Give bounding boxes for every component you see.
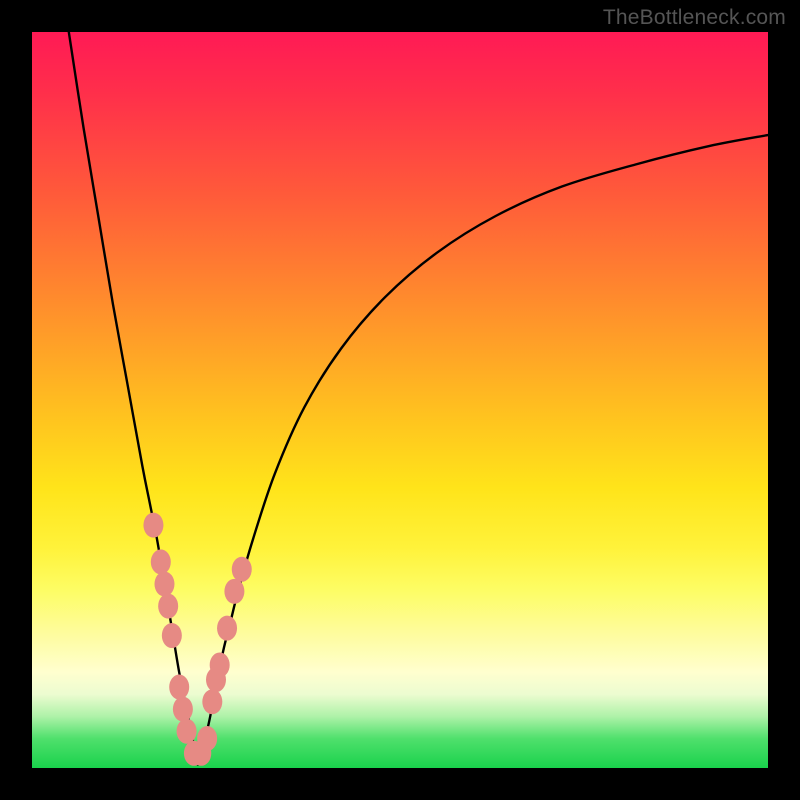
- data-marker: [197, 726, 217, 751]
- data-marker: [217, 616, 237, 641]
- data-marker: [154, 572, 174, 597]
- data-marker: [173, 697, 193, 722]
- chart-frame: TheBottleneck.com: [0, 0, 800, 800]
- data-marker: [177, 719, 197, 744]
- data-marker: [151, 549, 171, 574]
- data-marker: [143, 513, 163, 538]
- data-marker: [224, 579, 244, 604]
- data-marker: [232, 557, 252, 582]
- data-markers: [143, 513, 251, 766]
- chart-svg: [32, 32, 768, 768]
- plot-area: [32, 32, 768, 768]
- data-marker: [169, 675, 189, 700]
- bottleneck-curve: [69, 32, 768, 764]
- data-marker: [210, 652, 230, 677]
- watermark-text: TheBottleneck.com: [603, 6, 786, 30]
- data-marker: [162, 623, 182, 648]
- data-marker: [158, 594, 178, 619]
- data-marker: [202, 689, 222, 714]
